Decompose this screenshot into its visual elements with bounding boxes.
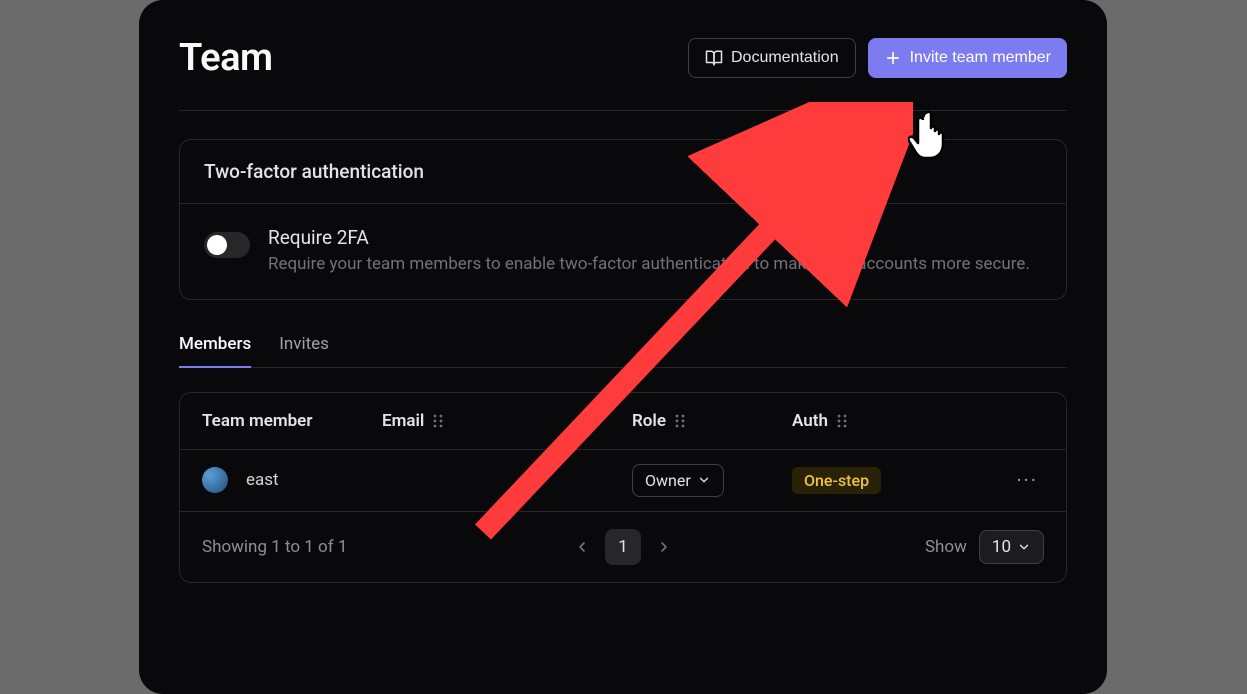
two-fa-body: Require 2FA Require your team members to… [180,204,1066,299]
tab-invites[interactable]: Invites [279,334,329,367]
drag-handle-icon[interactable] [674,413,686,429]
col-auth[interactable]: Auth [792,411,952,431]
header-actions: Documentation Invite team member [688,38,1067,78]
book-icon [705,49,723,67]
drag-handle-icon[interactable] [836,413,848,429]
require-2fa-title: Require 2FA [268,226,1030,249]
col-team-member-label: Team member [202,411,312,431]
member-name: east [246,470,279,490]
table-footer: Showing 1 to 1 of 1 1 Show 10 [180,512,1066,582]
page-size-group: Show 10 [925,530,1044,564]
cell-role: Owner [632,464,792,497]
cell-actions: ··· [952,468,1044,492]
prev-page-button[interactable] [565,530,599,564]
next-page-button[interactable] [647,530,681,564]
auth-badge: One-step [792,467,881,494]
col-role[interactable]: Role [632,411,792,431]
toggle-knob [207,235,227,255]
col-email[interactable]: Email [382,411,632,431]
plus-icon [884,49,902,67]
page-number[interactable]: 1 [605,529,641,565]
pagination-summary: Showing 1 to 1 of 1 [202,537,347,557]
row-actions-menu[interactable]: ··· [1010,468,1044,492]
chevron-down-icon [697,473,711,487]
team-settings-panel: Team Documentation Invite team member Tw… [139,0,1107,694]
col-team-member: Team member [202,411,382,431]
two-fa-card: Two-factor authentication Require 2FA Re… [179,139,1067,300]
documentation-label: Documentation [731,49,839,67]
invite-team-member-button[interactable]: Invite team member [868,38,1067,78]
role-select[interactable]: Owner [632,464,724,497]
cell-team-member: east [202,467,382,493]
page-header: Team Documentation Invite team member [179,36,1067,111]
two-fa-section-title: Two-factor authentication [180,140,1066,204]
members-table: Team member Email Role Auth [179,392,1067,583]
tab-members[interactable]: Members [179,334,251,368]
page-size-value: 10 [992,537,1011,557]
require-2fa-toggle[interactable] [204,232,250,258]
page-title: Team [179,36,273,80]
two-fa-text: Require 2FA Require your team members to… [268,226,1030,277]
role-value: Owner [645,471,691,490]
cell-auth: One-step [792,467,952,494]
chevron-down-icon [1017,540,1031,554]
col-email-label: Email [382,411,424,431]
pager: 1 [565,529,681,565]
invite-label: Invite team member [910,49,1051,67]
documentation-button[interactable]: Documentation [688,38,856,78]
table-row: east Owner One-step ··· [180,450,1066,512]
table-header: Team member Email Role Auth [180,393,1066,450]
tabs: Members Invites [179,334,1067,368]
avatar [202,467,228,493]
show-label: Show [925,537,967,557]
col-role-label: Role [632,411,666,431]
drag-handle-icon[interactable] [432,413,444,429]
col-auth-label: Auth [792,411,828,431]
require-2fa-desc: Require your team members to enable two-… [268,253,1030,277]
page-size-select[interactable]: 10 [979,530,1044,564]
